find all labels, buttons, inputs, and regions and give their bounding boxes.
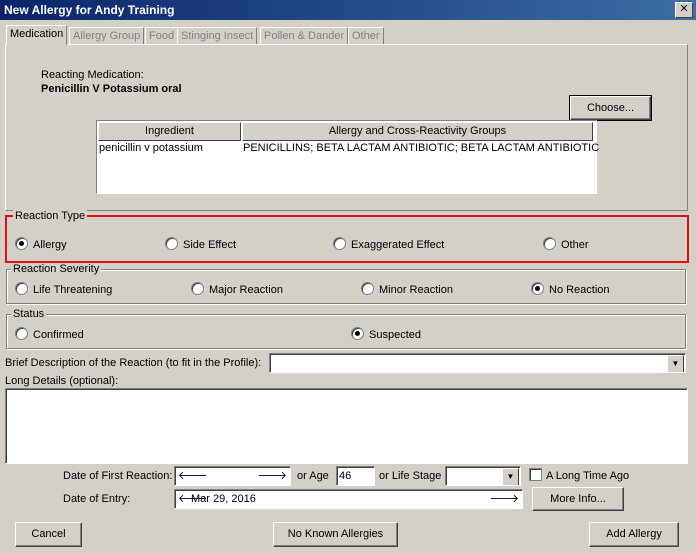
checkbox-icon[interactable] xyxy=(529,468,542,481)
no-known-allergies-button[interactable]: No Known Allergies xyxy=(273,522,398,547)
radio-button-icon[interactable] xyxy=(15,327,28,340)
radio-confirmed[interactable]: Confirmed xyxy=(15,327,84,341)
radio-button-icon[interactable] xyxy=(191,282,204,295)
reacting-medication-label: Reacting Medication: xyxy=(41,69,144,81)
reaction-type-label: Reaction Type xyxy=(13,210,88,223)
life-stage-label: or Life Stage xyxy=(379,470,442,482)
grid-header-ingredient[interactable]: Ingredient xyxy=(98,122,241,141)
radio-label: Confirmed xyxy=(33,329,84,341)
radio-button-icon[interactable] xyxy=(361,282,374,295)
radio-allergy[interactable]: Allergy xyxy=(15,237,67,251)
radio-other[interactable]: Other xyxy=(543,237,589,251)
grid-cell-ingredient[interactable]: penicillin v potassium xyxy=(99,142,203,154)
reaction-severity-label: Reaction Severity xyxy=(11,263,102,276)
status-group: Status xyxy=(6,308,686,349)
radio-button-icon[interactable] xyxy=(15,282,28,295)
add-allergy-button[interactable]: Add Allergy xyxy=(589,522,679,547)
first-reaction-label: Date of First Reaction: xyxy=(63,470,173,482)
chevron-down-icon[interactable]: ▼ xyxy=(667,355,684,372)
age-field[interactable]: 46 xyxy=(336,466,375,486)
radio-no-reaction[interactable]: No Reaction xyxy=(531,282,610,296)
radio-button-icon[interactable] xyxy=(333,237,346,250)
window-title: New Allergy for Andy Training xyxy=(4,3,175,17)
more-info-button[interactable]: More Info... xyxy=(532,487,624,511)
radio-button-icon[interactable] xyxy=(543,237,556,250)
arrow-right-icon[interactable]: 🡒 xyxy=(490,490,520,508)
chevron-down-icon[interactable]: ▼ xyxy=(502,468,519,485)
cancel-button[interactable]: Cancel xyxy=(15,522,82,547)
grid-header-groups[interactable]: Allergy and Cross-Reactivity Groups xyxy=(242,122,593,141)
radio-side-effect[interactable]: Side Effect xyxy=(165,237,236,251)
radio-label: Exaggerated Effect xyxy=(351,239,445,251)
arrow-right-icon[interactable]: 🡒 xyxy=(258,467,288,485)
radio-label: Major Reaction xyxy=(209,284,283,296)
entry-date-field[interactable]: 🡐 Mar 29, 2016 🡒 xyxy=(174,489,523,509)
radio-major-reaction[interactable]: Major Reaction xyxy=(191,282,283,296)
long-time-ago-checkbox[interactable]: A Long Time Ago xyxy=(529,468,629,483)
radio-label: No Reaction xyxy=(549,284,610,296)
brief-description-combo[interactable]: ▼ xyxy=(269,353,686,373)
age-label: or Age xyxy=(297,470,329,482)
close-button[interactable]: ✕ xyxy=(675,2,693,18)
long-details-label: Long Details (optional): xyxy=(5,375,119,387)
radio-label: Minor Reaction xyxy=(379,284,453,296)
tab-allergy-group[interactable]: Allergy Group xyxy=(69,27,145,45)
entry-date-label: Date of Entry: xyxy=(63,493,131,505)
choose-button[interactable]: Choose... xyxy=(569,95,652,121)
tab-stinging-insect[interactable]: Stinging Insect xyxy=(177,27,258,45)
radio-life-threatening[interactable]: Life Threatening xyxy=(15,282,112,296)
radio-button-icon[interactable] xyxy=(165,237,178,250)
radio-suspected[interactable]: Suspected xyxy=(351,327,421,341)
radio-label: Side Effect xyxy=(183,239,236,251)
ingredient-grid[interactable]: Ingredient Allergy and Cross-Reactivity … xyxy=(96,120,599,194)
tab-pollen-dander[interactable]: Pollen & Dander xyxy=(260,27,349,45)
long-details-textarea[interactable] xyxy=(5,388,688,464)
status-label: Status xyxy=(11,308,47,321)
radio-button-icon[interactable] xyxy=(15,237,28,250)
arrow-left-icon[interactable]: 🡐 xyxy=(178,467,208,485)
tab-food[interactable]: Food xyxy=(145,27,179,45)
title-bar: New Allergy for Andy Training ✕ xyxy=(0,0,696,20)
entry-date-value: Mar 29, 2016 xyxy=(191,493,256,505)
close-icon: ✕ xyxy=(679,3,689,15)
radio-exaggerated-effect[interactable]: Exaggerated Effect xyxy=(333,237,444,251)
radio-label: Suspected xyxy=(369,329,421,341)
brief-description-label: Brief Description of the Reaction (to fi… xyxy=(5,357,262,369)
radio-label: Allergy xyxy=(33,239,67,251)
radio-button-icon[interactable] xyxy=(531,282,544,295)
life-stage-combo[interactable]: ▼ xyxy=(445,466,521,486)
radio-minor-reaction[interactable]: Minor Reaction xyxy=(361,282,453,296)
radio-button-icon[interactable] xyxy=(351,327,364,340)
tab-medication[interactable]: Medication xyxy=(6,25,68,45)
radio-label: Life Threatening xyxy=(33,284,113,296)
reacting-medication-value: Penicillin V Potassium oral xyxy=(41,83,182,95)
first-reaction-date-field[interactable]: 🡐 🡒 xyxy=(174,466,291,486)
tab-other[interactable]: Other xyxy=(348,27,384,45)
grid-cell-groups[interactable]: PENICILLINS; BETA LACTAM ANTIBIOTIC; BET… xyxy=(243,142,599,154)
radio-label: Other xyxy=(561,239,589,251)
